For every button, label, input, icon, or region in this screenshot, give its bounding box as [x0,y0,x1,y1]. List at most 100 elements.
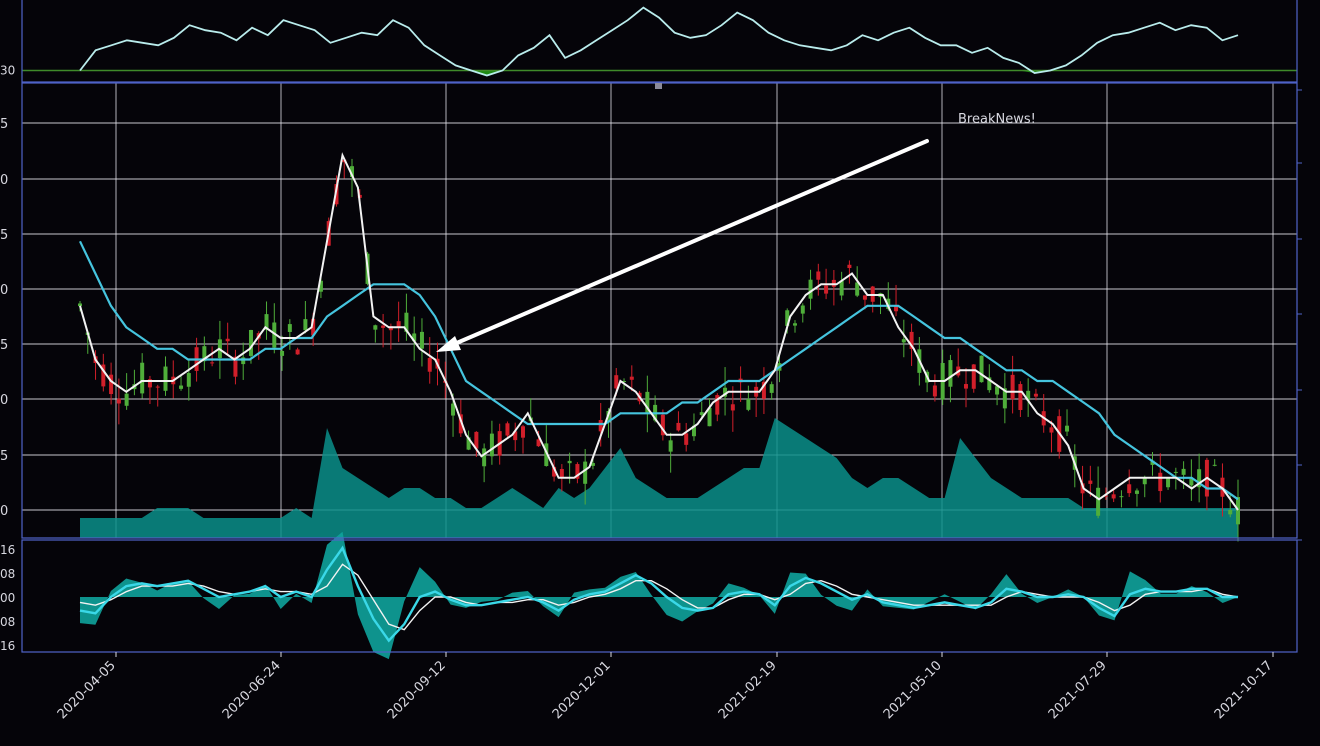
x-tick-label: 2021-02-19 [716,658,780,722]
candle-body [1212,464,1217,466]
candle-body [1111,494,1116,499]
candle-body [489,433,494,457]
candle-body [1236,497,1240,525]
axis-labels: 0 5 0 5 0 5 0 5 2020-04-05 2020-06-24 2020-09-12 20… [0,117,1276,722]
candle-body [948,360,953,387]
candle-body [855,282,860,296]
chart-canvas: 30 16 08 00 08 16 0 5 0 5 0 5 0 5 2020-04-05 2020-06-… [0,0,1302,722]
candle-body [287,324,292,332]
candle-body [225,338,230,342]
candle-body [1119,496,1124,498]
price-ytick-label: 0 [0,393,8,408]
candle-body [839,280,844,296]
candle-body [210,362,215,364]
candle-body [684,433,689,445]
sma-slow-line [79,240,1239,501]
macd-ytick-label: 00 [0,591,15,605]
price-ytick-label: 5 [0,449,8,464]
panel-splitter-handle [655,83,662,89]
candle-body [381,325,386,328]
candle-body [1134,490,1139,494]
macd-panel-frame [21,539,1298,653]
price-ytick-label: 5 [0,117,8,132]
candle-body [559,469,564,479]
candle-body [971,364,976,389]
price-ytick-label: 0 [0,173,8,188]
x-tick-label: 2020-12-01 [550,658,614,722]
candle-body [124,393,129,406]
candle-body [1065,425,1070,432]
candle-body [109,374,114,395]
grid-lines [22,83,1297,538]
macd-indicator: 16 08 00 08 16 [0,531,1239,660]
candle-body [482,448,487,467]
candle-body [419,331,424,349]
candle-body [140,362,145,394]
x-tick-label: 2020-09-12 [385,658,449,722]
candle-body [186,373,191,387]
candle-body [963,384,968,389]
candle-body [1166,478,1171,488]
candle-body [163,366,168,391]
candle-body [373,325,378,330]
volume-area-fill [80,418,1238,538]
candle-body [629,376,634,380]
price-ytick-label: 5 [0,228,8,243]
price-ytick-label: 0 [0,504,8,519]
candle-body [676,422,681,431]
annotation-layer: BreakNews! [436,112,1036,352]
annotation-label: BreakNews! [958,112,1036,127]
price-ytick-label: 5 [0,338,8,353]
panel-frames [21,0,1302,653]
sma-fast-line [79,152,1239,511]
candle-body [1173,471,1178,473]
candle-body [179,385,184,389]
candle-body [808,279,813,299]
candle-body [730,404,735,411]
candle-body [520,426,525,438]
candle-body [1010,374,1015,400]
candle-body [824,285,829,294]
candle-body [1033,393,1038,397]
price-ytick-label: 0 [0,283,8,298]
rsi-line [79,6,1239,77]
candle-body [862,295,867,300]
candle-body [847,264,852,269]
candle-body [1018,384,1023,411]
candle-body [427,357,432,372]
candle-body [1096,487,1101,516]
macd-ytick-label: 16 [0,639,15,653]
macd-ytick-label: 08 [0,615,15,629]
candle-body [979,355,984,383]
candle-body [155,386,160,388]
candle-body [800,305,805,314]
rsi-panel-frame [21,0,1298,83]
candle-body [280,351,285,356]
candle-body [78,303,82,307]
x-tick-label: 2021-05-10 [881,658,945,722]
candle-body [932,385,937,397]
candle-body [583,461,588,484]
candle-body [1127,484,1132,494]
x-tick-label: 2021-07-29 [1046,658,1110,722]
x-tick-label: 2020-04-05 [55,658,119,722]
candle-body [769,384,774,393]
candle-body [303,319,308,331]
candle-body [995,386,1000,395]
candle-body [746,398,751,410]
candle-body [668,440,673,452]
candle-body [248,329,253,356]
x-tick-label: 2021-10-17 [1212,658,1276,722]
candle-body [505,423,510,436]
rsi-oversold-fill [80,70,1238,76]
volume-area [80,418,1238,538]
candle-body [567,460,572,464]
candle-body [295,349,300,355]
candle-body [1181,468,1186,475]
candle-body [1158,472,1163,492]
macd-ytick-label: 16 [0,543,15,557]
stock-chart: 30 16 08 00 08 16 0 5 0 5 0 5 0 5 2020-04-05 2020-06-… [0,0,1320,742]
rsi-threshold-label: 30 [0,63,15,77]
candle-body [116,398,121,404]
candle-body [1228,510,1233,515]
